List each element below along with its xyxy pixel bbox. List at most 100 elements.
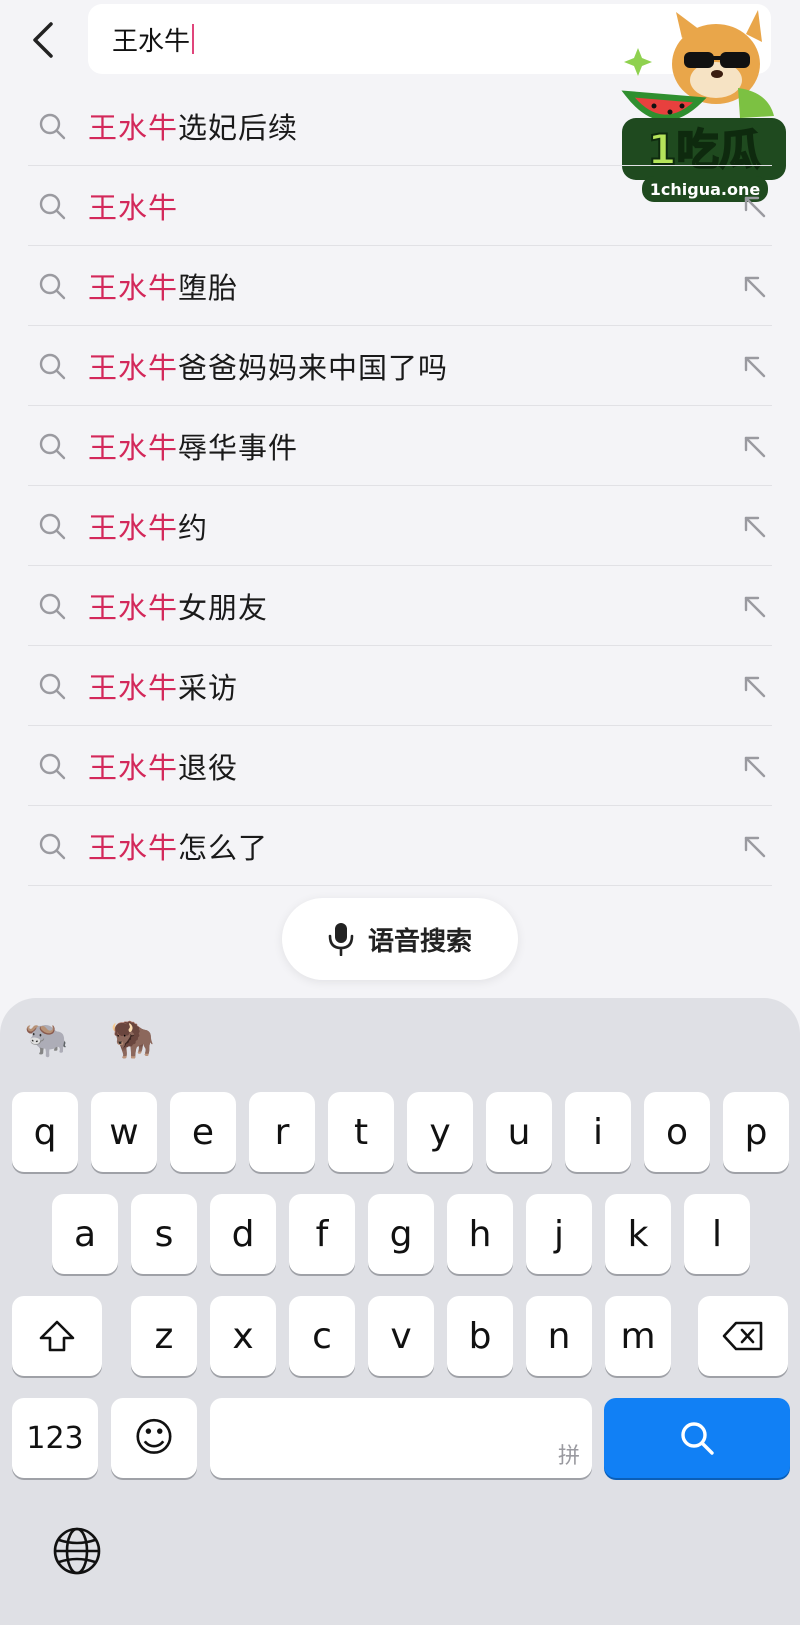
key-l[interactable]: l	[684, 1194, 750, 1274]
key-k[interactable]: k	[605, 1194, 671, 1274]
suggestion-row[interactable]: 王水牛约	[28, 486, 772, 566]
key-f[interactable]: f	[289, 1194, 355, 1274]
globe-icon[interactable]	[52, 1526, 102, 1576]
search-icon	[39, 513, 66, 540]
suggestion-text: 王水牛怎么了	[88, 825, 268, 867]
voice-search-button[interactable]: 语音搜索	[282, 898, 518, 980]
key-e[interactable]: e	[170, 1092, 236, 1172]
key-j[interactable]: j	[526, 1194, 592, 1274]
key-m[interactable]: m	[605, 1296, 671, 1376]
fill-query-arrow-icon[interactable]	[738, 270, 770, 302]
shift-key[interactable]	[12, 1296, 102, 1376]
suggestion-rest: 约	[178, 510, 209, 545]
key-y[interactable]: y	[407, 1092, 473, 1172]
key-s[interactable]: s	[131, 1194, 197, 1274]
search-icon	[39, 193, 66, 220]
suggestion-highlight: 王水牛	[88, 670, 179, 705]
suggestion-text: 王水牛女朋友	[88, 585, 268, 627]
suggestion-row[interactable]: 王水牛退役	[28, 726, 772, 806]
key-t[interactable]: t	[328, 1092, 394, 1172]
suggestion-list: 王水牛选妃后续 王水牛 王水牛堕胎 王水牛爸爸妈妈来中国了吗 王水牛辱华事件 王…	[28, 86, 772, 886]
suggestion-rest: 怎么了	[178, 830, 269, 865]
fill-query-arrow-icon[interactable]	[738, 350, 770, 382]
suggestion-row[interactable]: 王水牛爸爸妈妈来中国了吗	[28, 326, 772, 406]
search-icon	[39, 113, 66, 140]
search-icon	[39, 273, 66, 300]
key-z[interactable]: z	[131, 1296, 197, 1376]
key-h[interactable]: h	[447, 1194, 513, 1274]
search-icon	[39, 433, 66, 460]
suggestion-text: 王水牛爸爸妈妈来中国了吗	[88, 345, 448, 387]
fill-query-arrow-icon[interactable]	[738, 670, 770, 702]
suggestion-text: 王水牛辱华事件	[88, 425, 298, 467]
suggestion-text: 王水牛堕胎	[88, 265, 238, 307]
backspace-key[interactable]	[698, 1296, 788, 1376]
suggestion-highlight: 王水牛	[88, 430, 179, 465]
search-icon	[39, 353, 66, 380]
smiley-icon: ☺	[133, 1415, 175, 1461]
key-n[interactable]: n	[526, 1296, 592, 1376]
suggestion-rest: 堕胎	[178, 270, 239, 305]
keyboard: 🐃 🦬 q w e r t y u i o p a s d f g h j k …	[0, 998, 800, 1625]
suggestion-text: 王水牛选妃后续	[88, 105, 298, 147]
key-a[interactable]: a	[52, 1194, 118, 1274]
numbers-key[interactable]: 123	[12, 1398, 98, 1478]
key-i[interactable]: i	[565, 1092, 631, 1172]
suggestion-rest: 采访	[178, 670, 239, 705]
key-v[interactable]: v	[368, 1296, 434, 1376]
emoji-candidate-bar: 🐃 🦬	[0, 998, 800, 1086]
suggestion-row[interactable]: 王水牛堕胎	[28, 246, 772, 326]
fill-query-arrow-icon[interactable]	[738, 430, 770, 462]
key-d[interactable]: d	[210, 1194, 276, 1274]
suggestion-text: 王水牛采访	[88, 665, 238, 707]
back-button[interactable]	[26, 18, 60, 62]
emoji-candidate[interactable]: 🐃	[24, 1018, 69, 1060]
search-key[interactable]	[604, 1398, 790, 1478]
chevron-left-icon	[33, 22, 53, 58]
emoji-candidate[interactable]: 🦬	[110, 1018, 155, 1060]
search-icon	[39, 833, 66, 860]
key-b[interactable]: b	[447, 1296, 513, 1376]
fill-query-arrow-icon[interactable]	[738, 830, 770, 862]
microphone-icon	[328, 923, 354, 956]
suggestion-row[interactable]: 王水牛	[28, 166, 772, 246]
suggestion-text: 王水牛约	[88, 505, 208, 547]
space-key[interactable]: 拼	[210, 1398, 592, 1478]
search-icon	[39, 593, 66, 620]
suggestion-rest: 辱华事件	[178, 430, 299, 465]
search-icon	[681, 1422, 714, 1455]
suggestion-row[interactable]: 王水牛女朋友	[28, 566, 772, 646]
key-w[interactable]: w	[91, 1092, 157, 1172]
suggestion-highlight: 王水牛	[88, 590, 179, 625]
key-x[interactable]: x	[210, 1296, 276, 1376]
emoji-key[interactable]: ☺	[111, 1398, 197, 1478]
suggestion-row[interactable]: 王水牛辱华事件	[28, 406, 772, 486]
fill-query-arrow-icon[interactable]	[738, 590, 770, 622]
search-query-text: 王水牛	[112, 26, 191, 57]
suggestion-rest: 选妃后续	[178, 110, 299, 145]
key-r[interactable]: r	[249, 1092, 315, 1172]
shift-arrow-icon	[39, 1320, 75, 1352]
suggestion-rest: 爸爸妈妈来中国了吗	[178, 350, 449, 385]
suggestion-highlight: 王水牛	[88, 350, 179, 385]
key-p[interactable]: p	[723, 1092, 789, 1172]
suggestion-row[interactable]: 王水牛采访	[28, 646, 772, 726]
key-c[interactable]: c	[289, 1296, 355, 1376]
text-caret	[192, 24, 195, 54]
suggestion-rest: 女朋友	[178, 590, 269, 625]
suggestion-highlight: 王水牛	[88, 510, 179, 545]
search-icon	[39, 753, 66, 780]
voice-search-label: 语音搜索	[367, 926, 472, 957]
suggestion-row[interactable]: 王水牛选妃后续	[28, 86, 772, 166]
suggestion-row[interactable]: 王水牛怎么了	[28, 806, 772, 886]
search-icon	[39, 673, 66, 700]
fill-query-arrow-icon[interactable]	[738, 190, 770, 222]
key-g[interactable]: g	[368, 1194, 434, 1274]
fill-query-arrow-icon[interactable]	[738, 750, 770, 782]
suggestion-highlight: 王水牛	[88, 270, 179, 305]
fill-query-arrow-icon[interactable]	[738, 510, 770, 542]
key-q[interactable]: q	[12, 1092, 78, 1172]
key-u[interactable]: u	[486, 1092, 552, 1172]
key-o[interactable]: o	[644, 1092, 710, 1172]
suggestion-text: 王水牛退役	[88, 745, 238, 787]
